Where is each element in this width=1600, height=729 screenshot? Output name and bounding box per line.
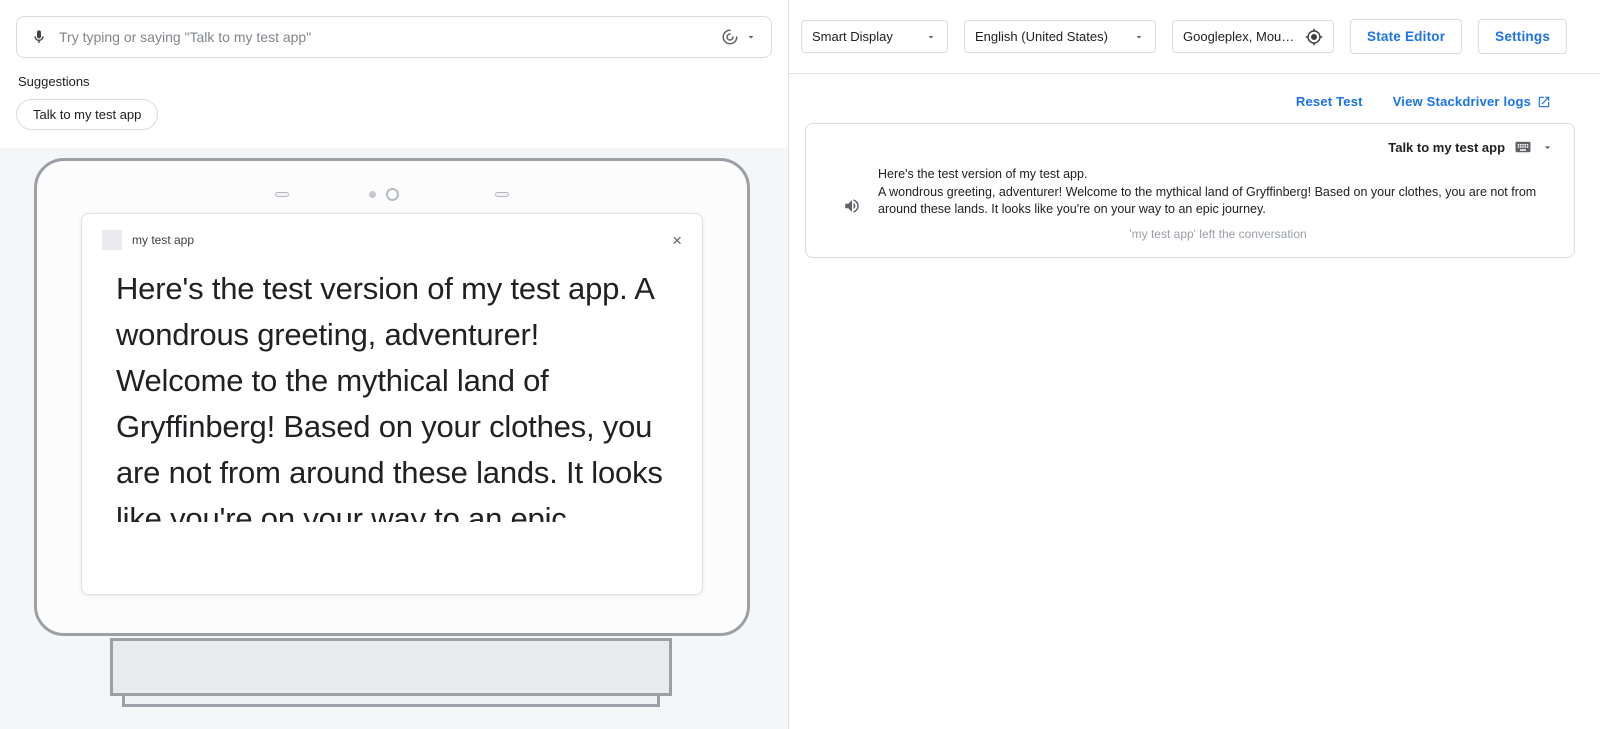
device-screen-card: my test app × Here's the test version of… bbox=[81, 213, 703, 595]
voice-input-icon[interactable] bbox=[721, 28, 739, 46]
suggestion-chip[interactable]: Talk to my test app bbox=[16, 99, 158, 130]
chevron-down-icon bbox=[1133, 31, 1145, 43]
location-field-value: Googleplex, Mountain ... bbox=[1183, 29, 1297, 44]
device-response-text: Here's the test version of my test app. … bbox=[116, 266, 672, 522]
simulator-toolbar: Smart Display English (United States) Go… bbox=[789, 0, 1600, 74]
input-mode-caret-icon[interactable] bbox=[745, 31, 757, 43]
query-input[interactable] bbox=[59, 29, 709, 45]
conversation-response-row: Here's the test version of my test app. … bbox=[822, 166, 1558, 243]
device-speaker-camera-dots bbox=[37, 185, 747, 203]
close-icon[interactable]: × bbox=[672, 232, 682, 249]
device-vent-icon bbox=[275, 192, 289, 197]
volume-up-icon[interactable] bbox=[843, 166, 861, 243]
query-input-bar[interactable] bbox=[16, 16, 772, 58]
device-camera-icon bbox=[386, 188, 399, 201]
chevron-down-icon bbox=[925, 31, 937, 43]
agent-response-line-1: Here's the test version of my test app. bbox=[878, 166, 1558, 184]
language-select[interactable]: English (United States) bbox=[964, 20, 1156, 53]
chevron-down-icon[interactable] bbox=[1541, 141, 1554, 154]
device-vent-icon bbox=[495, 192, 509, 197]
app-logo-placeholder-icon bbox=[102, 230, 122, 250]
smart-display-mockup: my test app × Here's the test version of… bbox=[34, 158, 750, 636]
keyboard-icon[interactable] bbox=[1514, 138, 1532, 156]
agent-response-text: Here's the test version of my test app. … bbox=[878, 166, 1558, 243]
language-select-value: English (United States) bbox=[975, 29, 1125, 44]
conversation-log-card: Talk to my test app Here's the test vers… bbox=[805, 123, 1575, 258]
device-stand-base bbox=[122, 696, 660, 707]
device-stand bbox=[110, 638, 672, 696]
test-links-row: Reset Test View Stackdriver logs bbox=[789, 74, 1600, 123]
settings-button[interactable]: Settings bbox=[1478, 19, 1567, 54]
location-field[interactable]: Googleplex, Mountain ... bbox=[1172, 20, 1334, 53]
device-card-body-clip: Here's the test version of my test app. … bbox=[82, 260, 702, 522]
conversation-turn-header: Talk to my test app bbox=[822, 134, 1558, 166]
conversation-status-text: 'my test app' left the conversation bbox=[878, 226, 1558, 244]
device-preview-area: my test app × Here's the test version of… bbox=[0, 148, 788, 729]
device-sensor-icon bbox=[369, 191, 376, 198]
state-editor-button[interactable]: State Editor bbox=[1350, 19, 1462, 54]
view-stackdriver-logs-label: View Stackdriver logs bbox=[1393, 94, 1531, 109]
device-app-name: my test app bbox=[132, 233, 194, 247]
view-stackdriver-logs-link[interactable]: View Stackdriver logs bbox=[1393, 94, 1551, 109]
reset-test-link[interactable]: Reset Test bbox=[1296, 94, 1363, 109]
reset-test-label: Reset Test bbox=[1296, 94, 1363, 109]
surface-select[interactable]: Smart Display bbox=[801, 20, 948, 53]
surface-select-value: Smart Display bbox=[812, 29, 917, 44]
microphone-icon[interactable] bbox=[31, 27, 47, 47]
user-query-text: Talk to my test app bbox=[1388, 140, 1505, 155]
open-in-new-icon bbox=[1537, 95, 1551, 109]
device-card-header: my test app × bbox=[82, 214, 702, 260]
simulator-page: Suggestions Talk to my test app my test … bbox=[0, 0, 1600, 729]
my-location-icon[interactable] bbox=[1305, 28, 1323, 46]
query-section: Suggestions Talk to my test app bbox=[0, 0, 788, 148]
simulator-left-pane: Suggestions Talk to my test app my test … bbox=[0, 0, 789, 729]
input-mode-group bbox=[721, 28, 757, 46]
suggestions-label: Suggestions bbox=[18, 74, 770, 89]
agent-response-line-2: A wondrous greeting, adventurer! Welcome… bbox=[878, 184, 1558, 219]
simulator-right-pane: Smart Display English (United States) Go… bbox=[789, 0, 1600, 729]
